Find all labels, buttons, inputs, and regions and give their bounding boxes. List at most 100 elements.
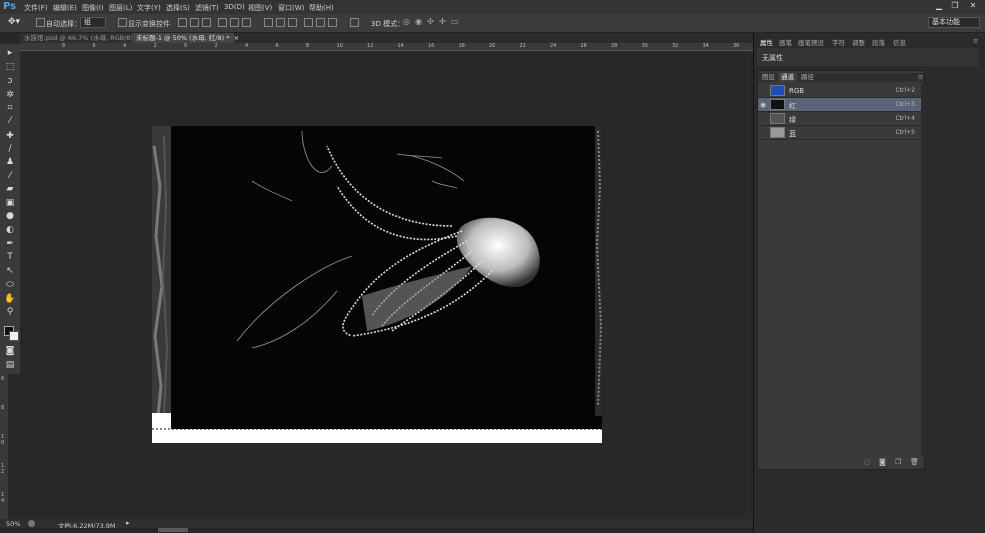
menu-image[interactable]: 图像(I) [82, 3, 104, 13]
ruler-tick-label: 28 [611, 43, 618, 49]
visibility-eye-icon[interactable] [760, 87, 768, 95]
channels-menu-icon[interactable]: ≡ [915, 73, 926, 82]
channel-row-blue[interactable]: 蓝 Ctrl+5 [758, 126, 921, 140]
gradient-tool-icon[interactable]: ▣ [4, 198, 16, 208]
tab-info[interactable]: 信息 [893, 37, 906, 47]
panel-menu-icon[interactable]: ≡ [973, 37, 978, 45]
rotate-3d-icon[interactable]: ◎ [403, 17, 410, 26]
stamp-tool-icon[interactable]: ♟ [4, 157, 16, 167]
align-right-icon[interactable] [242, 18, 251, 27]
minimize-button[interactable]: ▁ [932, 1, 946, 11]
zoom-level[interactable]: 50% [6, 520, 20, 528]
roll-3d-icon[interactable]: ◉ [415, 17, 422, 26]
channel-row-green[interactable]: 绿 Ctrl+4 [758, 112, 921, 126]
visibility-eye-icon[interactable] [760, 129, 768, 137]
tab-channels[interactable]: 通道 [778, 73, 797, 82]
menu-view[interactable]: 视图(V) [248, 3, 272, 13]
menu-help[interactable]: 帮助(H) [309, 3, 334, 13]
tab-brush[interactable]: 画笔 [779, 37, 792, 47]
tab-properties[interactable]: 属性 [760, 37, 773, 47]
tab-layers[interactable]: 图层 [759, 73, 778, 82]
menu-file[interactable]: 文件(F) [24, 3, 48, 13]
move-tool-icon[interactable]: ✥▾ [8, 17, 20, 27]
status-info-icon[interactable] [28, 520, 35, 527]
workspace-dropdown[interactable]: 基本功能 [928, 17, 980, 28]
tab-adjustments[interactable]: 调整 [852, 37, 865, 47]
menu-filter[interactable]: 滤镜(T) [195, 3, 219, 13]
align-left-icon[interactable] [218, 18, 227, 27]
visibility-eye-icon[interactable]: ◉ [760, 101, 768, 109]
document-tabs: 水族馆.psd @ 66.7% (水母, RGB/8) * × 未标题-1 @ … [20, 33, 753, 43]
magic-wand-tool-icon[interactable]: ✲ [4, 90, 16, 100]
slide-3d-icon[interactable]: ✛ [439, 17, 446, 26]
document-canvas[interactable] [152, 126, 603, 443]
screen-mode-icon[interactable]: ▤ [4, 360, 16, 370]
dodge-tool-icon[interactable]: ◐ [4, 225, 16, 235]
tab-paths[interactable]: 路径 [798, 73, 817, 82]
align-vcenter-icon[interactable] [190, 18, 199, 27]
delete-channel-icon[interactable]: 🗑 [910, 458, 919, 466]
menu-layer[interactable]: 图层(L) [109, 3, 132, 13]
new-channel-icon[interactable]: ❐ [895, 458, 901, 466]
auto-select-checkbox[interactable] [36, 18, 45, 27]
crop-tool-icon[interactable]: ⌗ [4, 103, 16, 113]
tab-aquarium[interactable]: 水族馆.psd @ 66.7% (水母, RGB/8) * × [20, 33, 148, 43]
align-hcenter-icon[interactable] [230, 18, 239, 27]
tab-character[interactable]: 字符 [832, 37, 845, 47]
distribute-top-icon[interactable] [264, 18, 273, 27]
horizontal-scroll-thumb[interactable] [158, 528, 188, 532]
visibility-eye-icon[interactable] [760, 115, 768, 123]
tab-paragraph[interactable]: 段落 [872, 37, 885, 47]
ruler-tick-label: 12 [367, 43, 374, 49]
align-bottom-icon[interactable] [202, 18, 211, 27]
channel-row-rgb[interactable]: RGB Ctrl+2 [758, 84, 921, 98]
channels-scrollbar[interactable] [921, 84, 925, 456]
scale-3d-icon[interactable]: ▭ [451, 17, 459, 26]
pen-tool-icon[interactable]: ✒ [4, 239, 16, 249]
history-brush-tool-icon[interactable]: ⁄ [4, 171, 16, 181]
type-tool-icon[interactable]: T [4, 252, 16, 262]
move-tool-icon[interactable]: ▸ [4, 48, 16, 58]
menu-window[interactable]: 窗口(W) [278, 3, 304, 13]
channels-footer: ◌ ◙ ❐ 🗑 [758, 458, 924, 469]
distribute-left-icon[interactable] [304, 18, 313, 27]
hand-tool-icon[interactable]: ✋ [4, 294, 16, 304]
marquee-tool-icon[interactable]: ⬚ [4, 62, 16, 72]
background-color-swatch[interactable] [9, 331, 19, 341]
menu-type[interactable]: 文字(Y) [137, 3, 161, 13]
zoom-tool-icon[interactable]: ⚲ [4, 307, 16, 317]
menu-select[interactable]: 选择(S) [166, 3, 190, 13]
horizontal-scrollbar[interactable] [0, 528, 753, 533]
auto-select-label: 自动选择： [46, 20, 81, 28]
channel-row-red[interactable]: ◉ 红 Ctrl+3 [758, 98, 921, 112]
tab-close-icon[interactable]: × [234, 34, 239, 42]
blur-tool-icon[interactable]: ● [4, 211, 16, 221]
ruler-tick-label: 4 [123, 43, 127, 49]
distribute-hcenter-icon[interactable] [316, 18, 325, 27]
path-select-tool-icon[interactable]: ↖ [4, 266, 16, 276]
status-menu-arrow-icon[interactable]: ▸ [126, 519, 130, 527]
eyedropper-tool-icon[interactable]: ⁄ [4, 116, 16, 126]
distribute-right-icon[interactable] [328, 18, 337, 27]
healing-brush-tool-icon[interactable]: ✚ [4, 131, 16, 141]
auto-select-dropdown[interactable]: 组 [80, 17, 106, 28]
show-transform-checkbox[interactable] [118, 18, 127, 27]
pan-3d-icon[interactable]: ✣ [427, 17, 434, 26]
menu-3d[interactable]: 3D(D) [224, 3, 245, 11]
save-selection-icon[interactable]: ◙ [879, 458, 886, 466]
lasso-tool-icon[interactable]: ↄ [4, 76, 16, 86]
quick-mask-icon[interactable]: ◙ [4, 346, 16, 356]
restore-button[interactable]: ❐ [948, 1, 962, 11]
tab-untitled[interactable]: 未标题-1 @ 50% (水母, 红/8) * × [132, 33, 239, 43]
distribute-vcenter-icon[interactable] [276, 18, 285, 27]
close-button[interactable]: ✕ [966, 1, 980, 11]
align-top-icon[interactable] [178, 18, 187, 27]
eraser-tool-icon[interactable]: ▰ [4, 184, 16, 194]
load-selection-icon[interactable]: ◌ [864, 458, 870, 466]
brush-tool-icon[interactable]: ∕ [4, 144, 16, 154]
auto-align-icon[interactable] [350, 18, 359, 27]
menu-edit[interactable]: 编辑(E) [53, 3, 77, 13]
tab-brush-presets[interactable]: 画笔预设 [798, 37, 824, 47]
shape-tool-icon[interactable]: ⬭ [4, 280, 16, 290]
distribute-bottom-icon[interactable] [288, 18, 297, 27]
